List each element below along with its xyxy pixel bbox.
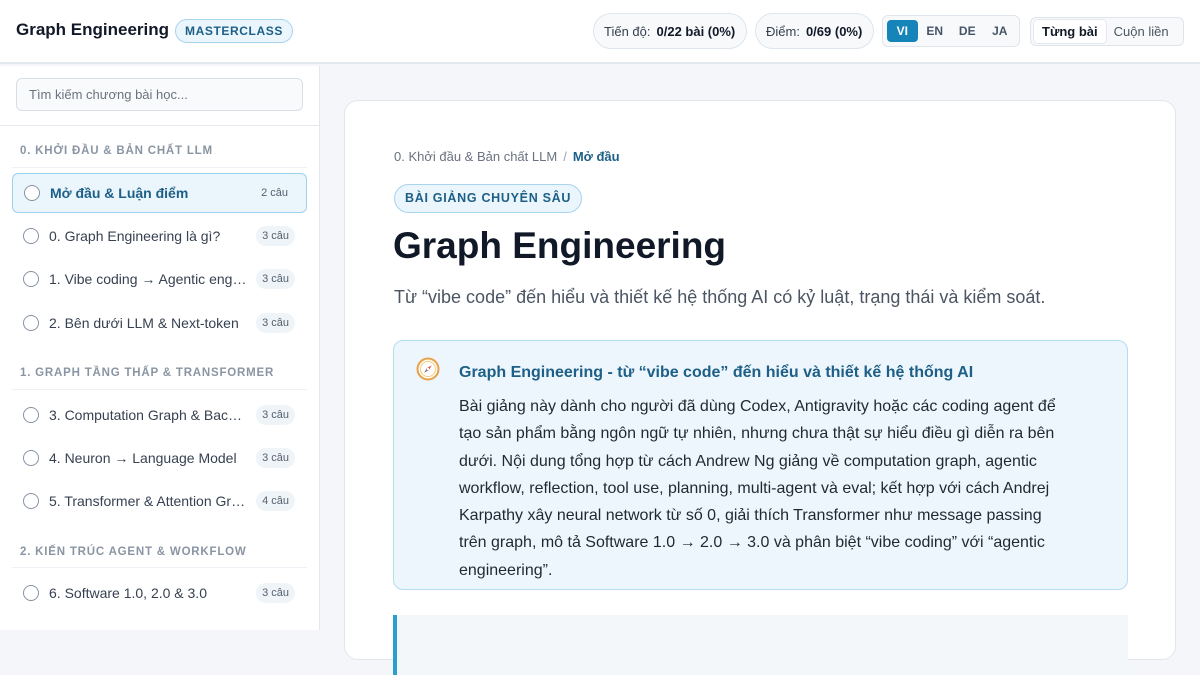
question-count-badge: 3 câu bbox=[256, 226, 295, 246]
question-count-badge: 3 câu bbox=[256, 269, 295, 289]
question-count-badge: 3 câu bbox=[256, 313, 295, 333]
lesson-status-radio[interactable] bbox=[23, 585, 39, 601]
section-title: 2. KIẾN TRÚC AGENT & WORKFLOW bbox=[20, 546, 247, 558]
score-value: 0/69 (0%) bbox=[805, 23, 863, 39]
section-divider bbox=[12, 389, 307, 390]
score-indicator: Điểm: 0/69 (0%) bbox=[755, 13, 874, 49]
sidebar-item-intro[interactable]: Mở đầu & Luận điểm 2 câu bbox=[12, 173, 307, 213]
callout-title: Graph Engineering - từ “vibe code” đến h… bbox=[459, 364, 974, 381]
sidebar-divider bbox=[0, 125, 320, 126]
lesson-status-radio[interactable] bbox=[23, 493, 39, 509]
section-title: 1. GRAPH TẦNG THẤP & TRANSFORMER bbox=[20, 367, 275, 379]
next-content-block bbox=[393, 615, 1128, 675]
language-ja-button[interactable]: JA bbox=[985, 20, 1016, 42]
lesson-status-radio[interactable] bbox=[24, 185, 40, 201]
sidebar-item-computation-graph[interactable]: 3. Computation Graph & Backpropagation 3… bbox=[12, 395, 307, 435]
progress-label: Tiến độ: bbox=[604, 23, 651, 39]
sidebar-item-vibe-coding[interactable]: 1. Vibe coding → Agentic engineering 3 c… bbox=[12, 259, 307, 299]
lesson-status-radio[interactable] bbox=[23, 407, 39, 423]
section-title: 0. KHỞI ĐẦU & BẢN CHẤT LLM bbox=[20, 145, 213, 157]
sidebar-item-what-is-graph-engineering[interactable]: 0. Graph Engineering là gì? 3 câu bbox=[12, 216, 307, 256]
intro-callout: Graph Engineering - từ “vibe code” đến h… bbox=[393, 340, 1128, 590]
section-divider bbox=[12, 567, 307, 568]
breadcrumb-parent-link[interactable]: 0. Khởi đầu & Bản chất LLM bbox=[394, 149, 557, 164]
sidebar-item-label: 3. Computation Graph & Backpropagation bbox=[49, 407, 247, 423]
progress-value: 0/22 bài (0%) bbox=[656, 23, 736, 39]
sidebar-item-llm-next-token[interactable]: 2. Bên dưới LLM & Next-token 3 câu bbox=[12, 303, 307, 343]
sidebar-item-label: 2. Bên dưới LLM & Next-token bbox=[49, 315, 239, 331]
lesson-status-radio[interactable] bbox=[23, 271, 39, 287]
brand-title[interactable]: Graph Engineering bbox=[16, 20, 169, 40]
question-count-badge: 3 câu bbox=[256, 583, 295, 603]
sidebar-item-neuron-language-model[interactable]: 4. Neuron → Language Model 3 câu bbox=[12, 438, 307, 478]
question-count-badge: 3 câu bbox=[256, 405, 295, 425]
lesson-sidebar: 0. KHỞI ĐẦU & BẢN CHẤT LLM Mở đầu & Luận… bbox=[0, 66, 320, 630]
sidebar-item-software-versions[interactable]: 6. Software 1.0, 2.0 & 3.0 3 câu bbox=[12, 573, 307, 613]
question-count-badge: 2 câu bbox=[261, 187, 288, 199]
masterclass-badge: MASTERCLASS bbox=[175, 19, 293, 43]
breadcrumb: 0. Khởi đầu & Bản chất LLM / Mở đầu bbox=[394, 149, 620, 164]
score-label: Điểm: bbox=[766, 23, 800, 39]
lesson-content-card: 0. Khởi đầu & Bản chất LLM / Mở đầu BÀI GI… bbox=[344, 100, 1176, 675]
breadcrumb-separator: / bbox=[563, 149, 567, 164]
language-de-button[interactable]: DE bbox=[952, 20, 983, 42]
sidebar-item-label: Mở đầu & Luận điểm bbox=[50, 185, 189, 201]
lesson-status-radio[interactable] bbox=[23, 315, 39, 331]
sidebar-item-label: 1. Vibe coding → Agentic engineering bbox=[49, 271, 247, 287]
view-mode-switcher: Từng bài Cuộn liền bbox=[1030, 17, 1184, 46]
language-en-button[interactable]: EN bbox=[920, 20, 951, 42]
language-vi-button[interactable]: VI bbox=[887, 20, 918, 42]
breadcrumb-current: Mở đầu bbox=[572, 149, 620, 164]
question-count-badge: 4 câu bbox=[256, 491, 295, 511]
lesson-status-radio[interactable] bbox=[23, 228, 39, 244]
lesson-status-radio[interactable] bbox=[23, 450, 39, 466]
page-title: Graph Engineering bbox=[393, 225, 727, 266]
lesson-search-input[interactable] bbox=[16, 78, 303, 111]
continuous-scroll-view-button[interactable]: Cuộn liền bbox=[1106, 20, 1177, 43]
single-lesson-view-button[interactable]: Từng bài bbox=[1034, 20, 1106, 43]
sidebar-item-label: 0. Graph Engineering là gì? bbox=[49, 228, 221, 244]
callout-body: Bài giảng này dành cho người đã dùng Cod… bbox=[459, 398, 1056, 579]
progress-indicator: Tiến độ: 0/22 bài (0%) bbox=[593, 13, 747, 49]
sidebar-item-label: 5. Transformer & Attention Graph bbox=[49, 493, 247, 509]
language-switcher: VI EN DE JA bbox=[882, 15, 1020, 47]
lesson-type-badge: BÀI GIẢNG CHUYÊN SÂU bbox=[394, 184, 583, 213]
sidebar-item-label: 4. Neuron → Language Model bbox=[49, 450, 237, 466]
question-count-badge: 3 câu bbox=[256, 448, 295, 468]
sidebar-item-label: 6. Software 1.0, 2.0 & 3.0 bbox=[49, 585, 207, 601]
section-divider bbox=[12, 167, 307, 168]
sidebar-item-transformer-attention[interactable]: 5. Transformer & Attention Graph 4 câu bbox=[12, 481, 307, 521]
top-header: Graph Engineering MASTERCLASS Tiến độ: 0… bbox=[0, 0, 1200, 64]
page-subtitle: Từ “vibe code” đến hiểu và thiết kế hệ t… bbox=[394, 287, 1046, 307]
compass-icon bbox=[416, 357, 440, 381]
